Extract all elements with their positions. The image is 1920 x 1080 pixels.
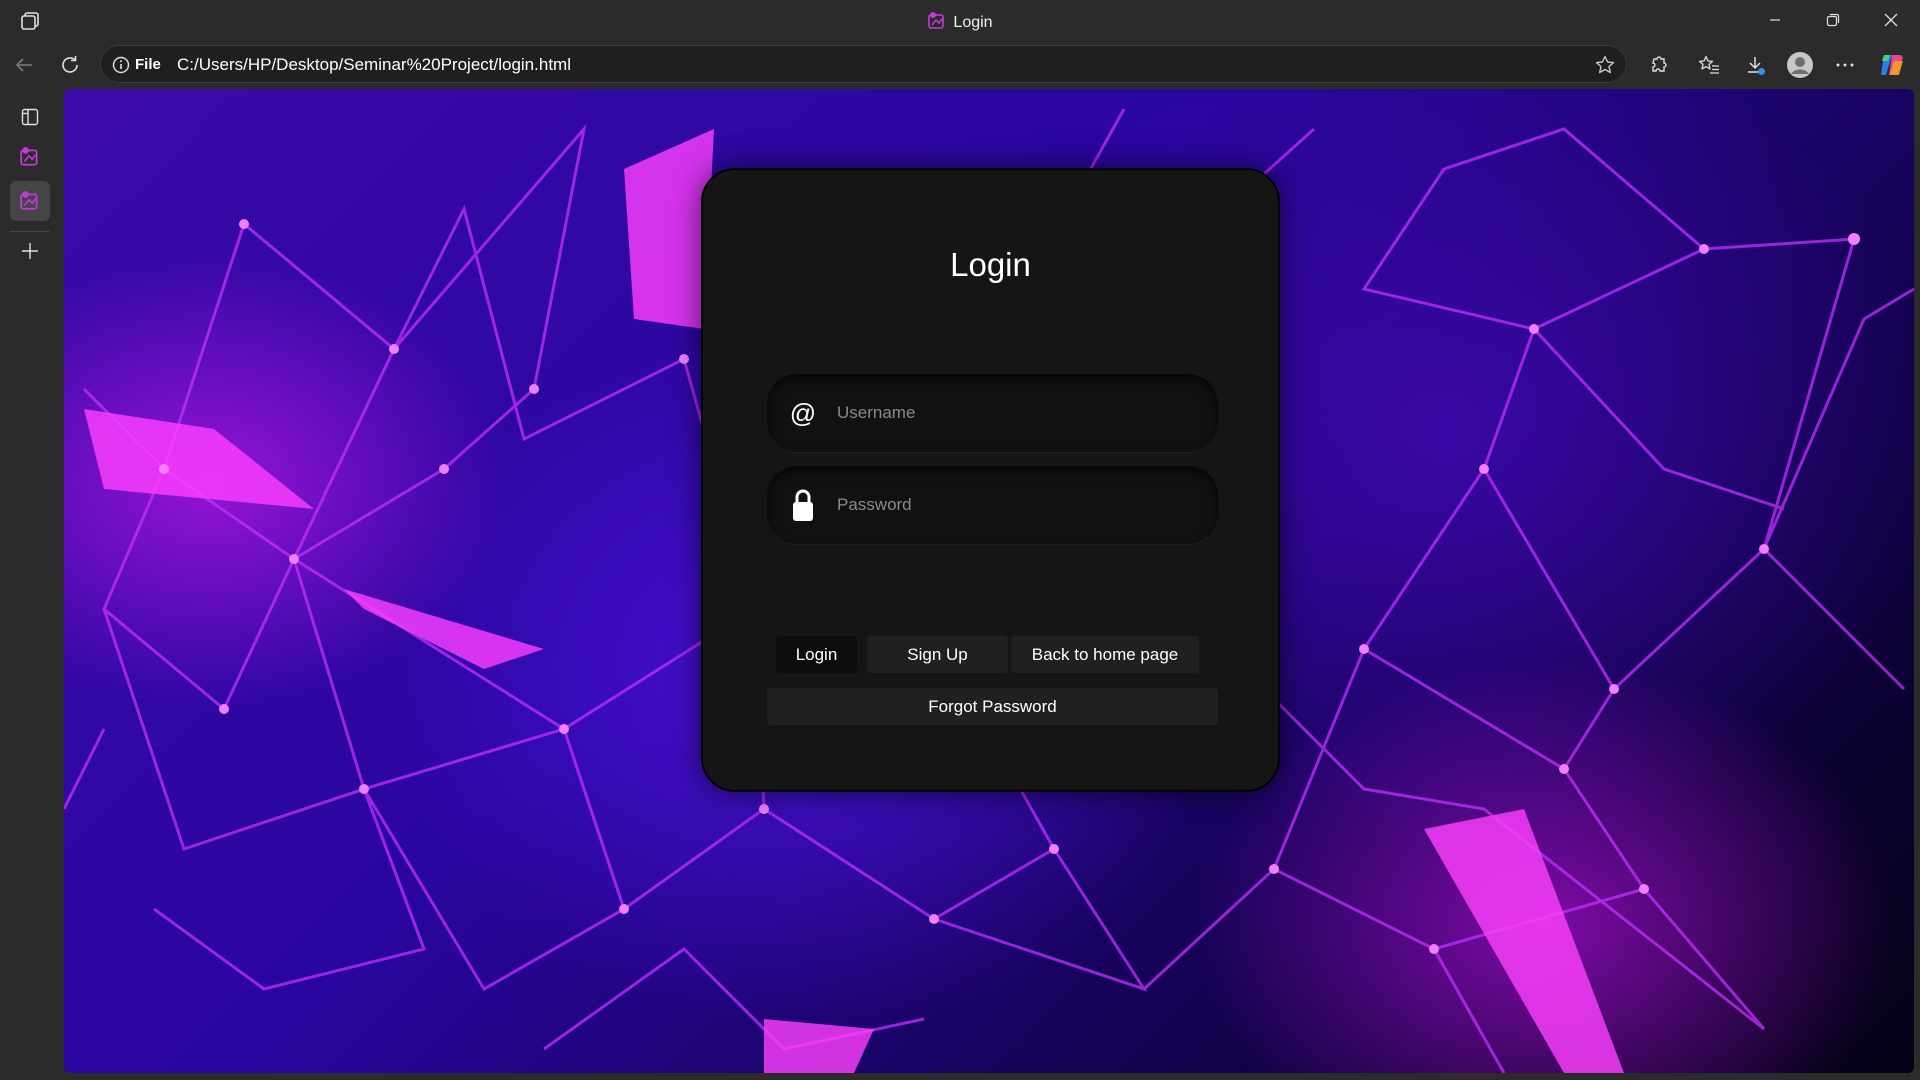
- favorites-list-icon: [1698, 55, 1719, 74]
- navigation-bar: File C:/Users/HP/Desktop/Seminar%20Proje…: [0, 41, 1920, 89]
- window-title-text: Login: [953, 14, 993, 31]
- login-card: Login @ Login Sign Up Back to home page …: [701, 168, 1280, 792]
- tab-actions-button[interactable]: [10, 97, 50, 137]
- info-icon[interactable]: [111, 55, 131, 75]
- more-dots-icon: [1836, 63, 1854, 67]
- page-favicon-icon: [928, 12, 945, 29]
- arrow-left-icon: [15, 58, 32, 72]
- minimize-icon: [1770, 19, 1780, 21]
- downloads-button[interactable]: [1739, 49, 1771, 81]
- close-window-button[interactable]: [1868, 6, 1914, 34]
- password-input[interactable]: [837, 484, 1197, 526]
- close-icon: [1884, 13, 1898, 27]
- window-title: Login: [0, 11, 1920, 32]
- forgot-password-button[interactable]: Forgot Password: [767, 688, 1218, 725]
- tab-panel-icon: [21, 108, 39, 126]
- profile-button[interactable]: [1784, 49, 1816, 81]
- username-field[interactable]: @: [767, 374, 1218, 452]
- title-bar: Login: [0, 0, 1920, 41]
- address-bar[interactable]: File C:/Users/HP/Desktop/Seminar%20Proje…: [100, 45, 1627, 83]
- refresh-icon: [62, 56, 78, 73]
- restore-button[interactable]: [1810, 6, 1856, 34]
- copilot-icon: [1881, 55, 1903, 75]
- vertical-tabs-sidebar: [0, 89, 64, 1080]
- plus-icon: [22, 243, 38, 259]
- more-menu-button[interactable]: [1829, 49, 1861, 81]
- download-icon: [1748, 57, 1765, 75]
- minimize-button[interactable]: [1752, 6, 1798, 34]
- favorite-star-icon[interactable]: [1594, 54, 1616, 76]
- extensions-button[interactable]: [1643, 49, 1675, 81]
- login-button[interactable]: Login: [776, 636, 857, 673]
- avatar-icon: [1787, 52, 1813, 78]
- copilot-button[interactable]: [1876, 49, 1908, 81]
- restore-icon: [1826, 13, 1840, 27]
- username-input[interactable]: [837, 392, 1197, 434]
- page-favicon-icon: [20, 191, 38, 210]
- new-tab-button[interactable]: [10, 231, 50, 271]
- lock-icon: [787, 489, 819, 521]
- tab-login-active[interactable]: [10, 181, 50, 221]
- puzzle-icon: [1652, 56, 1667, 72]
- page-viewport: Login @ Login Sign Up Back to home page …: [64, 89, 1914, 1073]
- url-text[interactable]: C:/Users/HP/Desktop/Seminar%20Project/lo…: [177, 55, 571, 75]
- back-to-home-button[interactable]: Back to home page: [1011, 636, 1199, 673]
- login-title: Login: [950, 246, 1031, 283]
- at-sign-icon: @: [789, 397, 817, 428]
- signup-button[interactable]: Sign Up: [867, 636, 1008, 673]
- scheme-label: File: [135, 56, 161, 73]
- refresh-button[interactable]: [54, 49, 86, 81]
- tab-login-inactive[interactable]: [10, 137, 50, 177]
- password-field[interactable]: [767, 466, 1218, 544]
- back-button[interactable]: [8, 49, 40, 81]
- page-favicon-icon: [20, 147, 38, 166]
- favorites-button[interactable]: [1693, 49, 1725, 81]
